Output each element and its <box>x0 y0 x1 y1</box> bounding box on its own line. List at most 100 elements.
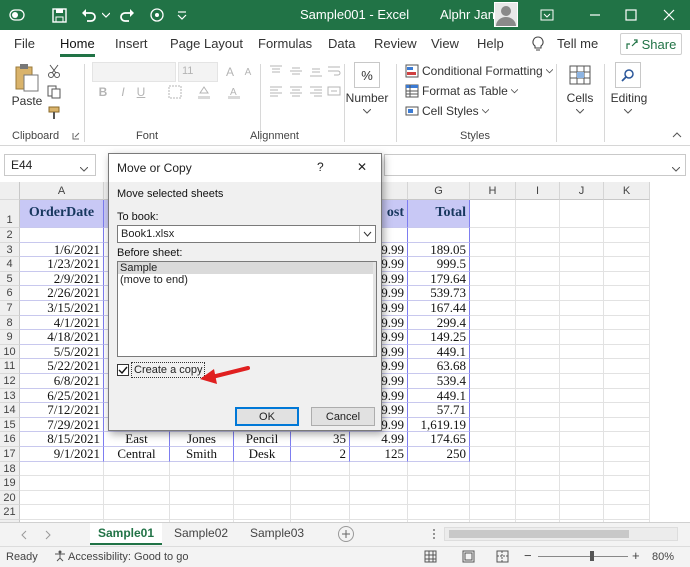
cell[interactable] <box>604 388 650 404</box>
cell[interactable] <box>516 447 560 462</box>
bold-icon[interactable]: B <box>96 84 110 100</box>
cell[interactable] <box>516 432 560 447</box>
row-header[interactable]: 16 <box>0 432 20 447</box>
font-color-icon[interactable]: A <box>222 84 246 100</box>
copy-icon[interactable] <box>44 83 64 101</box>
date-cell[interactable]: 7/29/2021 <box>20 417 104 433</box>
close-icon[interactable] <box>658 4 680 26</box>
fill-color-icon[interactable] <box>192 84 216 100</box>
cell[interactable] <box>350 490 408 506</box>
row-header[interactable]: 14 <box>0 403 20 418</box>
column-header[interactable]: A <box>20 182 104 200</box>
list-item[interactable]: (move to end) <box>118 274 376 286</box>
cells-icon[interactable] <box>567 62 593 88</box>
cells-button[interactable]: Cells <box>560 91 600 105</box>
cell[interactable] <box>516 315 560 331</box>
header-cell[interactable]: Total <box>408 200 470 228</box>
row-header[interactable]: 20 <box>0 490 20 506</box>
dialog-close-button[interactable]: ✕ <box>357 160 367 174</box>
cell[interactable] <box>560 359 604 374</box>
zoom-slider[interactable] <box>538 551 628 561</box>
cell[interactable] <box>604 200 650 228</box>
cell[interactable] <box>470 315 516 331</box>
row-header[interactable]: 19 <box>0 476 20 491</box>
cell[interactable] <box>560 417 604 433</box>
cell[interactable] <box>604 257 650 272</box>
cell[interactable] <box>234 476 291 491</box>
header-cell[interactable]: OrderDate <box>20 200 104 228</box>
cell[interactable] <box>516 505 560 520</box>
units-cell[interactable]: 2 <box>291 447 350 462</box>
cell[interactable] <box>170 505 234 520</box>
conditional-formatting-button[interactable]: Conditional Formatting <box>422 63 553 79</box>
cell[interactable] <box>560 257 604 272</box>
cell[interactable] <box>516 490 560 506</box>
cell[interactable] <box>470 301 516 316</box>
cell[interactable] <box>604 228 650 243</box>
cell[interactable] <box>470 286 516 301</box>
cell[interactable] <box>516 286 560 301</box>
cell[interactable] <box>604 286 650 301</box>
row-header[interactable]: 17 <box>0 447 20 462</box>
cell[interactable] <box>104 461 170 477</box>
cell[interactable] <box>560 476 604 491</box>
number-format-icon[interactable]: % <box>354 62 380 88</box>
cell[interactable] <box>516 200 560 228</box>
cell[interactable] <box>104 490 170 506</box>
cell[interactable] <box>560 228 604 243</box>
list-scrollbar[interactable] <box>373 262 376 356</box>
restore-icon[interactable] <box>620 4 642 26</box>
tab-insert[interactable]: Insert <box>115 36 148 51</box>
cell[interactable] <box>560 505 604 520</box>
total-cell[interactable]: 167.44 <box>408 301 470 316</box>
align-middle-icon[interactable] <box>288 64 304 78</box>
borders-icon[interactable] <box>164 84 186 100</box>
minimize-icon[interactable] <box>584 4 606 26</box>
cell[interactable] <box>104 476 170 491</box>
cell-styles-icon[interactable] <box>404 103 420 119</box>
prev-sheet-icon[interactable] <box>20 529 28 543</box>
horizontal-scroll-thumb[interactable] <box>449 530 629 538</box>
cell[interactable] <box>470 447 516 462</box>
tab-page-layout[interactable]: Page Layout <box>170 36 243 51</box>
cell[interactable] <box>516 301 560 316</box>
date-cell[interactable]: 2/26/2021 <box>20 286 104 301</box>
cell[interactable] <box>408 228 470 243</box>
row-header[interactable]: 18 <box>0 461 20 477</box>
cell[interactable] <box>470 461 516 477</box>
cell[interactable] <box>170 476 234 491</box>
cell[interactable] <box>470 490 516 506</box>
tab-review[interactable]: Review <box>374 36 417 51</box>
cell[interactable] <box>20 505 104 520</box>
cell[interactable] <box>516 330 560 345</box>
cell[interactable] <box>470 242 516 258</box>
date-cell[interactable]: 4/18/2021 <box>20 330 104 345</box>
sheet-tab-sample02[interactable]: Sample02 <box>166 523 238 545</box>
column-header[interactable]: I <box>516 182 560 200</box>
row-header[interactable]: 2 <box>0 228 20 243</box>
cell[interactable] <box>604 374 650 389</box>
row-header[interactable]: 4 <box>0 257 20 272</box>
before-sheet-list[interactable]: Sample (move to end) <box>117 261 377 357</box>
format-painter-icon[interactable] <box>44 104 64 122</box>
align-top-icon[interactable] <box>268 64 284 78</box>
wrap-text-icon[interactable] <box>326 64 342 78</box>
cell[interactable] <box>560 315 604 331</box>
total-cell[interactable]: 539.73 <box>408 286 470 301</box>
cell[interactable] <box>408 476 470 491</box>
cell[interactable] <box>560 447 604 462</box>
ok-button[interactable]: OK <box>235 407 299 426</box>
font-name-field[interactable] <box>92 62 176 82</box>
rep-cell[interactable]: Jones <box>170 432 234 447</box>
autosave-icon[interactable] <box>6 5 28 25</box>
cell[interactable] <box>291 490 350 506</box>
tab-file[interactable]: File <box>14 36 35 51</box>
page-layout-view-icon[interactable] <box>462 550 475 566</box>
lightbulb-icon[interactable] <box>532 36 544 54</box>
item-cell[interactable]: Pencil <box>234 432 291 447</box>
date-cell[interactable]: 8/15/2021 <box>20 432 104 447</box>
number-dropdown-icon[interactable] <box>360 106 374 116</box>
cell[interactable] <box>560 432 604 447</box>
to-book-select[interactable]: Book1.xlsx <box>117 225 376 243</box>
cell[interactable] <box>560 388 604 404</box>
